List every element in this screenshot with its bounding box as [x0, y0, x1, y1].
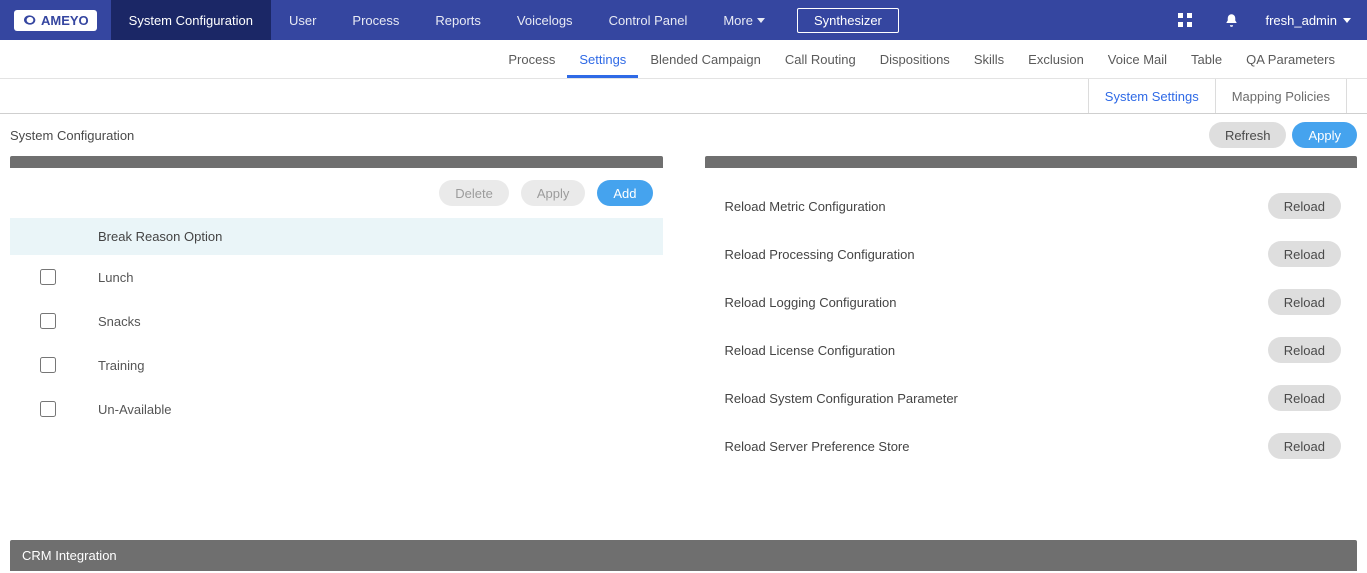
subtab-process[interactable]: Process — [496, 40, 567, 78]
break-add-button[interactable]: Add — [597, 180, 652, 206]
break-reason-header: Break Reason Option — [10, 218, 663, 255]
settings-subtabs: Process Settings Blended Campaign Call R… — [0, 40, 1367, 79]
bell-icon[interactable] — [1208, 0, 1255, 40]
content-scroll[interactable]: Delete Apply Add Break Reason Option Lun… — [0, 156, 1367, 573]
page-title: System Configuration — [10, 128, 134, 143]
reload-label: Reload Server Preference Store — [725, 439, 1268, 454]
break-checkbox[interactable] — [40, 313, 56, 329]
break-item-snacks: Snacks — [10, 299, 663, 343]
break-label: Un-Available — [98, 402, 171, 417]
apply-button[interactable]: Apply — [1292, 122, 1357, 148]
subtab-voice-mail[interactable]: Voice Mail — [1096, 40, 1179, 78]
subtab-settings[interactable]: Settings — [567, 40, 638, 78]
crm-header: CRM Integration — [10, 540, 1357, 571]
chevron-down-icon — [757, 18, 765, 23]
reload-row-license: Reload License Configuration Reload — [705, 326, 1358, 374]
refresh-button[interactable]: Refresh — [1209, 122, 1287, 148]
reload-button[interactable]: Reload — [1268, 193, 1341, 219]
break-label: Lunch — [98, 270, 133, 285]
break-label: Training — [98, 358, 144, 373]
nav-process[interactable]: Process — [334, 0, 417, 40]
reload-label: Reload Metric Configuration — [725, 199, 1268, 214]
apps-icon[interactable] — [1162, 0, 1208, 40]
reload-button[interactable]: Reload — [1268, 337, 1341, 363]
subtab-exclusion[interactable]: Exclusion — [1016, 40, 1096, 78]
break-item-lunch: Lunch — [10, 255, 663, 299]
nav-reports[interactable]: Reports — [417, 0, 499, 40]
reload-row-server-pref: Reload Server Preference Store Reload — [705, 422, 1358, 470]
reload-button[interactable]: Reload — [1268, 241, 1341, 267]
brand-logo[interactable]: AMEYO — [0, 0, 111, 40]
brand-icon — [22, 14, 38, 26]
subtab-blended-campaign[interactable]: Blended Campaign — [638, 40, 773, 78]
card-header-bar — [10, 156, 663, 168]
reload-list: Reload Metric Configuration Reload Reloa… — [705, 168, 1358, 484]
nav-control-panel[interactable]: Control Panel — [591, 0, 706, 40]
page-header: System Configuration Refresh Apply — [0, 114, 1367, 156]
reload-label: Reload License Configuration — [725, 343, 1268, 358]
break-reason-list: Break Reason Option Lunch Snacks Trainin… — [10, 218, 663, 431]
reload-row-system-config-param: Reload System Configuration Parameter Re… — [705, 374, 1358, 422]
nav-voicelogs[interactable]: Voicelogs — [499, 0, 591, 40]
break-item-training: Training — [10, 343, 663, 387]
synthesizer-button[interactable]: Synthesizer — [797, 8, 899, 33]
subtab-dispositions[interactable]: Dispositions — [868, 40, 962, 78]
break-checkbox[interactable] — [40, 269, 56, 285]
subtab2-system-settings[interactable]: System Settings — [1089, 79, 1216, 113]
brand-name: AMEYO — [41, 13, 89, 28]
reload-label: Reload Logging Configuration — [725, 295, 1268, 310]
reload-row-processing: Reload Processing Configuration Reload — [705, 230, 1358, 278]
crm-integration-card: CRM Integration FRESHSALES Save API Key … — [10, 540, 1357, 573]
top-navbar: AMEYO System Configuration User Process … — [0, 0, 1367, 40]
card-header-bar — [705, 156, 1358, 168]
nav-more[interactable]: More — [705, 0, 783, 40]
break-delete-button[interactable]: Delete — [439, 180, 509, 206]
break-reason-card: Delete Apply Add Break Reason Option Lun… — [10, 156, 663, 484]
reload-button[interactable]: Reload — [1268, 289, 1341, 315]
reload-row-metric: Reload Metric Configuration Reload — [705, 182, 1358, 230]
break-checkbox[interactable] — [40, 357, 56, 373]
reload-label: Reload System Configuration Parameter — [725, 391, 1268, 406]
break-item-unavailable: Un-Available — [10, 387, 663, 431]
nav-system-configuration[interactable]: System Configuration — [111, 0, 271, 40]
break-checkbox[interactable] — [40, 401, 56, 417]
reload-card: Reload Metric Configuration Reload Reloa… — [705, 156, 1358, 484]
reload-row-logging: Reload Logging Configuration Reload — [705, 278, 1358, 326]
break-label: Snacks — [98, 314, 141, 329]
subtab2-mapping-policies[interactable]: Mapping Policies — [1216, 79, 1346, 113]
reload-label: Reload Processing Configuration — [725, 247, 1268, 262]
subtab-call-routing[interactable]: Call Routing — [773, 40, 868, 78]
chevron-down-icon — [1343, 18, 1351, 23]
reload-button[interactable]: Reload — [1268, 433, 1341, 459]
reload-button[interactable]: Reload — [1268, 385, 1341, 411]
subtab-table[interactable]: Table — [1179, 40, 1234, 78]
settings-subtabs-2-wrap: System Settings Mapping Policies — [0, 79, 1367, 113]
break-apply-button[interactable]: Apply — [521, 180, 586, 206]
nav-user-menu[interactable]: fresh_admin — [1255, 0, 1367, 40]
nav-user[interactable]: User — [271, 0, 334, 40]
subtab-skills[interactable]: Skills — [962, 40, 1016, 78]
subtab-qa-parameters[interactable]: QA Parameters — [1234, 40, 1347, 78]
